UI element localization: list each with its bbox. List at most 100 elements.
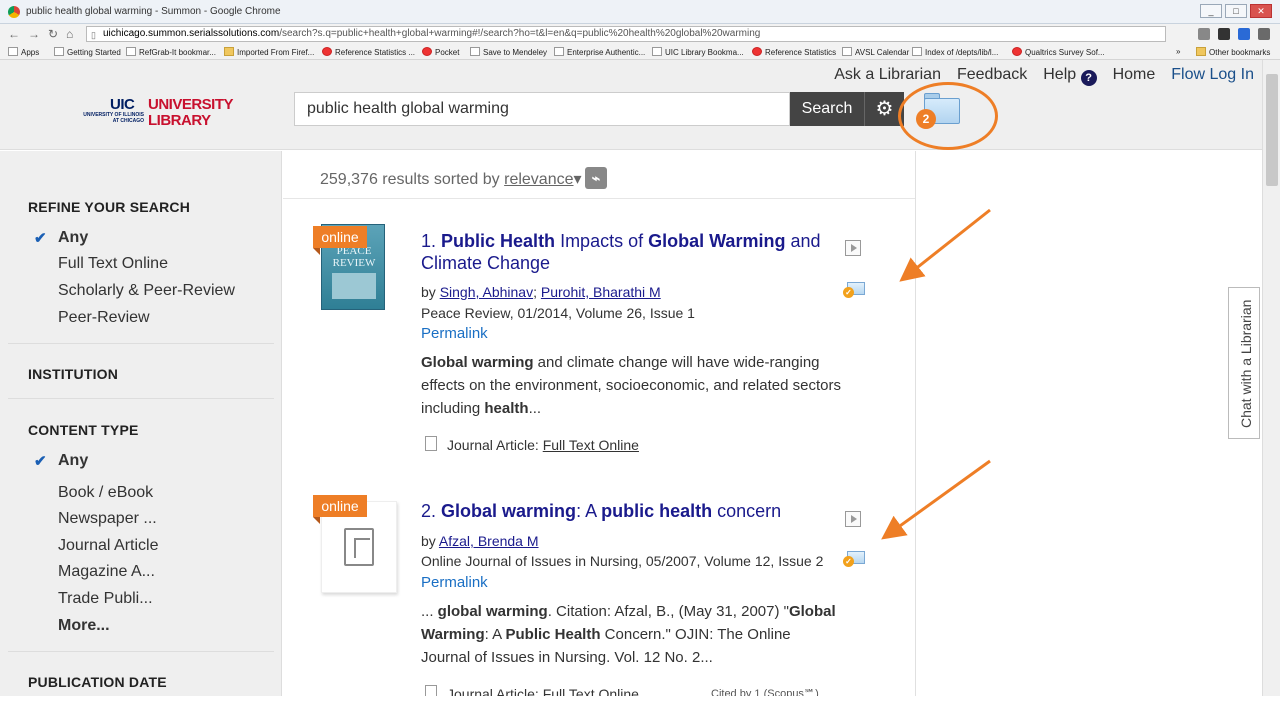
content-trade[interactable]: Trade Publi...: [58, 590, 153, 608]
snippet-fragment: Global warming: [421, 354, 534, 371]
bookmark-item[interactable]: Enterprise Authentic...: [554, 47, 645, 57]
home-icon[interactable]: ⌂: [66, 27, 73, 41]
window-title: public health global warming - Summon - …: [26, 6, 281, 17]
search-button[interactable]: Search: [790, 92, 864, 126]
home-link[interactable]: Home: [1113, 66, 1156, 86]
snippet-fragment: Public Health: [505, 626, 601, 643]
preview-icon[interactable]: [845, 511, 861, 527]
result-title[interactable]: 2. Global warming: A public health conce…: [421, 500, 841, 522]
feedback-link[interactable]: Feedback: [957, 66, 1027, 86]
content-any[interactable]: Any: [58, 452, 88, 470]
chrome-icon: [8, 6, 20, 18]
bookmark-item[interactable]: Qualtrics Survey Sof...: [1012, 47, 1105, 57]
bookmark-item[interactable]: Apps: [8, 47, 39, 57]
uic-library-logo[interactable]: UIC UNIVERSITY LIBRARY UNIVERSITY OF ILL…: [78, 96, 233, 129]
bookmark-item[interactable]: Other bookmarks: [1196, 47, 1270, 57]
close-button[interactable]: ✕: [1250, 4, 1272, 18]
divider: [8, 398, 274, 399]
bookmark-item[interactable]: AVSL Calendar: [842, 47, 909, 57]
bookmark-item[interactable]: »: [1176, 47, 1180, 56]
content-newspaper[interactable]: Newspaper ...: [58, 510, 157, 528]
refine-scholarly[interactable]: Scholarly & Peer-Review: [58, 282, 235, 300]
permalink[interactable]: Permalink: [421, 325, 488, 342]
preview-icon[interactable]: [845, 240, 861, 256]
forward-icon[interactable]: →: [28, 27, 40, 41]
result-number: 1.: [421, 231, 437, 251]
address-bar: ← → ↻ ⌂ ▯ uichicago.summon.serialssoluti…: [0, 24, 1280, 44]
content-type-label: Journal Article:: [447, 437, 539, 453]
saved-folder-icon[interactable]: ✓: [843, 549, 865, 567]
check-icon: ✔: [34, 230, 47, 247]
result-item-1: PEACE REVIEW online 1. Public Health Imp…: [283, 210, 915, 470]
flow-login-link[interactable]: Flow Log In: [1171, 66, 1254, 86]
back-icon[interactable]: ←: [8, 27, 20, 41]
results-count-text: 259,376 results sorted by: [320, 171, 500, 188]
snippet-fragment: ...: [421, 603, 438, 620]
title-fragment: public health: [601, 501, 713, 521]
minimize-button[interactable]: _: [1200, 4, 1222, 18]
by-label: by: [421, 533, 436, 549]
content-magazine[interactable]: Magazine A...: [58, 563, 155, 581]
bookmark-item[interactable]: UIC Library Bookma...: [652, 47, 744, 57]
ask-librarian-link[interactable]: Ask a Librarian: [834, 66, 941, 86]
scroll-thumb[interactable]: [1266, 74, 1278, 186]
result-snippet: ... global warming. Citation: Afzal, B.,…: [421, 600, 841, 669]
page-scrollbar[interactable]: [1262, 60, 1280, 720]
logo-university-text: UNIVERSITY: [148, 96, 234, 113]
author-link[interactable]: Purohit, Bharathi M: [541, 284, 661, 300]
maximize-button[interactable]: □: [1225, 4, 1247, 18]
help-icon: ?: [1080, 70, 1097, 86]
bookmark-item[interactable]: Pocket: [422, 47, 459, 57]
refine-any[interactable]: Any: [58, 229, 88, 247]
bookmark-item[interactable]: Reference Statistics: [752, 47, 836, 57]
result-authors: by Singh, Abhinav; Purohit, Bharathi M: [421, 284, 661, 300]
help-link[interactable]: Help ?: [1043, 66, 1097, 86]
author-link[interactable]: Singh, Abhinav: [440, 284, 533, 300]
refine-full-text-online[interactable]: Full Text Online: [58, 255, 168, 273]
bookmarks-bar: Apps Getting Started RefGrab-It bookmar...…: [0, 44, 1280, 60]
full-text-link[interactable]: Full Text Online: [543, 437, 639, 453]
online-tag: online: [313, 226, 367, 255]
url-host: uichicago.summon.serialssolutions.com: [103, 28, 280, 39]
content-more-link[interactable]: More...: [58, 617, 110, 635]
content-book[interactable]: Book / eBook: [58, 484, 153, 502]
saved-folder-icon[interactable]: ✓: [843, 280, 865, 298]
divider: [8, 343, 274, 344]
result-title[interactable]: 1. Public Health Impacts of Global Warmi…: [421, 230, 841, 274]
menu-icon[interactable]: [1258, 28, 1270, 40]
bookmark-item[interactable]: Reference Statistics ...: [322, 47, 415, 57]
shield-ext-icon[interactable]: [1218, 28, 1230, 40]
thumbnail-title: PEACE REVIEW: [332, 245, 376, 269]
refine-peer-review[interactable]: Peer-Review: [58, 309, 150, 327]
chat-tab-label: Chat with a Librarian: [1238, 299, 1254, 428]
pocket-ext-icon[interactable]: [1198, 28, 1210, 40]
bookmark-item[interactable]: RefGrab-It bookmar...: [126, 47, 216, 57]
title-fragment: Global Warming: [648, 231, 786, 251]
chevron-down-icon[interactable]: ▾: [574, 171, 582, 188]
result-source: Peace Review, 01/2014, Volume 26, Issue …: [421, 305, 695, 321]
chat-with-librarian-tab[interactable]: Chat with a Librarian: [1228, 287, 1260, 439]
browser-titlebar: public health global warming - Summon - …: [0, 0, 1280, 24]
title-fragment: Global warming: [441, 501, 577, 521]
rss-icon[interactable]: ⌁: [585, 167, 607, 189]
check-icon: ✔: [34, 453, 47, 470]
sort-dropdown[interactable]: relevance: [504, 171, 573, 188]
permalink[interactable]: Permalink: [421, 574, 488, 591]
help-label: Help: [1043, 66, 1077, 83]
content-journal-article[interactable]: Journal Article: [58, 537, 159, 555]
author-link[interactable]: Afzal, Brenda M: [439, 533, 539, 549]
url-field[interactable]: ▯ uichicago.summon.serialssolutions.com/…: [86, 26, 1166, 42]
title-fragment: : A: [576, 501, 602, 521]
bookmark-item[interactable]: Index of /depts/lib/l...: [912, 47, 998, 57]
reload-icon[interactable]: ↻: [48, 27, 58, 41]
page-icon: ▯: [91, 30, 96, 40]
bookmark-item[interactable]: Save to Mendeley: [470, 47, 547, 57]
bookmark-item[interactable]: Getting Started: [54, 47, 121, 57]
snippet-fragment: . Citation: Afzal, B., (May 31, 2007) ": [547, 603, 789, 620]
screen-bottom-edge: [0, 696, 1280, 720]
diamond-ext-icon[interactable]: [1238, 28, 1250, 40]
search-input[interactable]: public health global warming: [294, 92, 790, 126]
institution-heading[interactable]: INSTITUTION: [28, 366, 118, 382]
bookmark-item[interactable]: Imported From Firef...: [224, 47, 314, 57]
result-source: Online Journal of Issues in Nursing, 05/…: [421, 553, 824, 569]
